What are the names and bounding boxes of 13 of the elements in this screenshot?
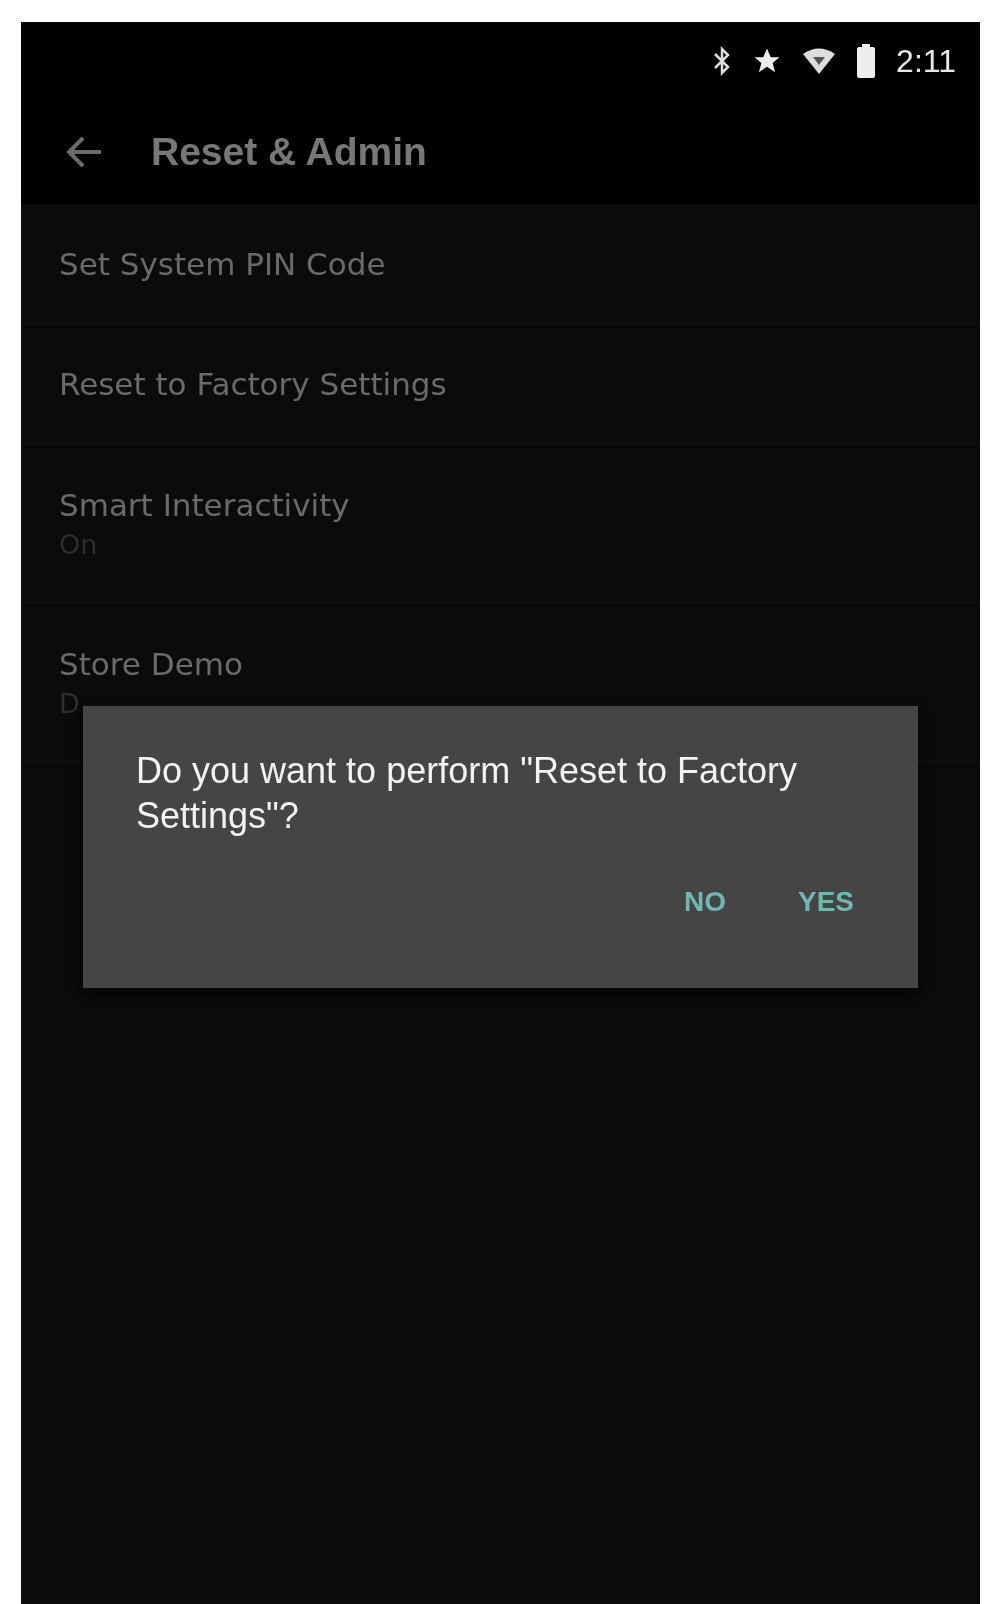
item-title: Set System PIN Code bbox=[59, 245, 387, 282]
settings-item[interactable]: Reset to Factory Settings bbox=[21, 324, 980, 444]
dialog-button[interactable]: YES bbox=[783, 876, 868, 928]
wifi-icon bbox=[802, 47, 837, 75]
battery-icon bbox=[856, 44, 877, 78]
dialog-button[interactable]: NO bbox=[669, 876, 740, 928]
screen-title: Reset & Admin bbox=[151, 130, 427, 174]
settings-item[interactable]: Set System PIN Code bbox=[21, 204, 980, 324]
back-arrow-icon[interactable] bbox=[65, 135, 103, 169]
item-title: Store Demo bbox=[59, 645, 244, 682]
item-title: Reset to Factory Settings bbox=[59, 365, 448, 402]
item-title: Smart Interactivity bbox=[59, 486, 351, 523]
status-time: 2:11 bbox=[896, 42, 956, 80]
